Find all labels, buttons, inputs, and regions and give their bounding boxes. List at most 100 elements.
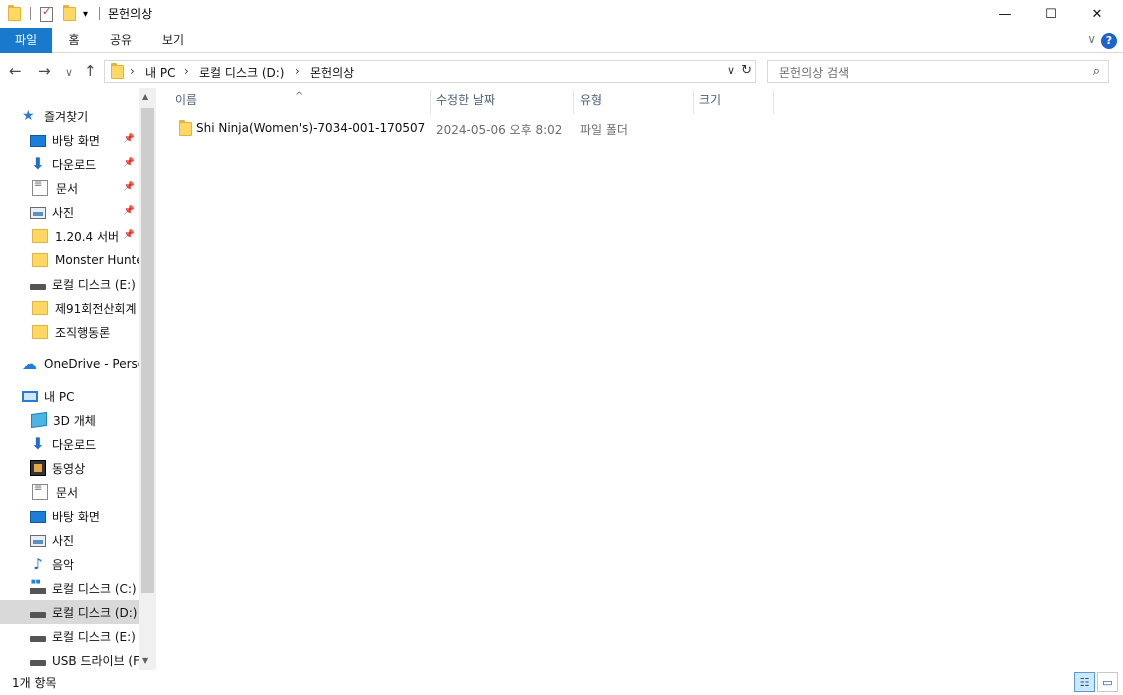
column-type-label: 유형 — [580, 93, 603, 107]
sidebar-item-label: 다운로드 — [52, 157, 97, 172]
sidebar-item-label: 다운로드 — [52, 437, 97, 452]
sidebar-item-14[interactable]: 동영상 — [0, 456, 139, 480]
breadcrumb-separator[interactable]: › — [295, 64, 300, 78]
breadcrumb-separator[interactable]: › — [184, 64, 189, 78]
tab-file[interactable]: 파일 — [0, 28, 52, 53]
column-header-modified[interactable]: 수정한 날짜 — [417, 88, 561, 114]
sidebar-item-16[interactable]: 바탕 화면 — [0, 504, 139, 528]
address-bar[interactable]: › 내 PC › 로컬 디스크 (D:) › 몬헌의상 ∨ ↻ — [104, 60, 756, 83]
file-list: 이름 ^ 수정한 날짜 유형 크기 Shi Ninja(Women's)-703… — [156, 88, 1123, 670]
scroll-down-icon[interactable]: ▼ — [142, 656, 148, 665]
sidebar-item-10[interactable]: ☁ OneDrive - Personal — [0, 352, 139, 376]
breadcrumb-current-folder[interactable]: 몬헌의상 — [310, 64, 354, 81]
sidebar-item-11[interactable]: 내 PC — [0, 384, 139, 408]
folder-icon — [32, 253, 48, 267]
3d-objects-icon — [31, 411, 47, 429]
column-divider[interactable] — [773, 90, 774, 114]
expand-ribbon-icon[interactable]: ∨ — [1087, 32, 1096, 46]
address-dropdown-icon[interactable]: ∨ — [727, 64, 735, 77]
navigation-pane: ★즐겨찾기바탕 화면 📌 ⬇다운로드📌문서📌사진📌1.20.4 서버📌Monster… — [0, 88, 156, 670]
sidebar-item-5[interactable]: 1.20.4 서버 📌 — [0, 224, 139, 248]
sidebar-item-label: 3D 개체 — [53, 413, 96, 428]
column-name-label: 이름 — [175, 93, 198, 107]
sidebar-item-8[interactable]: 제91회전산회계 — [0, 296, 139, 320]
sidebar-item-label: 바탕 화면 — [52, 133, 100, 148]
folder-icon — [32, 325, 48, 339]
maximize-button[interactable]: ☐ — [1028, 0, 1074, 28]
sidebar-item-label: 로컬 디스크 (E:) — [52, 277, 136, 292]
desktop-icon — [30, 511, 46, 523]
item-count: 1개 항목 — [12, 676, 57, 690]
close-button[interactable]: ✕ — [1074, 0, 1120, 28]
breadcrumb-this-pc[interactable]: 내 PC — [145, 64, 175, 81]
forward-button[interactable]: → — [38, 62, 51, 80]
tab-share[interactable]: 공유 — [100, 28, 142, 53]
sidebar-item-17[interactable]: 사진 — [0, 528, 139, 552]
title-bar: ▾ 몬헌의상 — ☐ ✕ — [0, 0, 1123, 28]
sidebar-item-label: 로컬 디스크 (D:) — [52, 605, 138, 620]
sidebar-item-4[interactable]: 사진 📌 — [0, 200, 139, 224]
search-input[interactable]: 몬헌의상 검색 ⌕ — [767, 60, 1109, 83]
tab-home[interactable]: 홈 — [56, 28, 92, 53]
file-modified: 2024-05-06 오후 8:02 — [436, 123, 563, 137]
toolbar-separator — [99, 7, 100, 20]
sidebar-item-label: 로컬 디스크 (E:) — [52, 629, 136, 644]
details-view-button[interactable]: ☷ — [1074, 672, 1095, 692]
sidebar-item-label: USB 드라이브 (F:) — [52, 653, 139, 668]
navigation-pane-scrollbar[interactable]: ▲ ▼ — [139, 88, 156, 670]
search-icon[interactable]: ⌕ — [1093, 64, 1100, 79]
pin-icon: 📌 — [123, 134, 135, 144]
sidebar-item-13[interactable]: ⬇ 다운로드 — [0, 432, 139, 456]
properties-icon[interactable] — [40, 5, 53, 23]
sidebar-item-19[interactable]: 로컬 디스크 (C:) — [0, 576, 139, 600]
breadcrumb-drive-d[interactable]: 로컬 디스크 (D:) — [199, 64, 284, 81]
sidebar-item-18[interactable]: ♪ 음악 — [0, 552, 139, 576]
column-size-label: 크기 — [699, 93, 722, 107]
sidebar-item-15[interactable]: 문서 — [0, 480, 139, 504]
drive-icon — [30, 636, 46, 642]
music-icon: ♪ — [33, 555, 43, 573]
sidebar-item-9[interactable]: 조직행동론 — [0, 320, 139, 344]
sidebar-item-label: 바탕 화면 — [52, 509, 100, 524]
file-type: 파일 폴더 — [580, 123, 628, 137]
back-button[interactable]: ← — [9, 62, 22, 80]
drive-icon — [30, 284, 46, 290]
drive-icon — [30, 612, 46, 618]
sidebar-item-22[interactable]: USB 드라이브 (F:) — [0, 648, 139, 670]
sidebar-item-2[interactable]: ⬇ 다운로드 📌 — [0, 152, 139, 176]
window-folder-icon — [8, 5, 21, 23]
toolbar-separator — [30, 7, 31, 20]
tab-view[interactable]: 보기 — [152, 28, 194, 53]
sidebar-item-21[interactable]: 로컬 디스크 (E:) — [0, 624, 139, 648]
up-button[interactable]: ↑ — [84, 62, 97, 80]
large-icons-view-button[interactable]: ▭ — [1097, 672, 1118, 692]
sidebar-item-label: 내 PC — [44, 389, 75, 404]
sidebar-item-12[interactable]: 3D 개체 — [0, 408, 139, 432]
sidebar-item-label: 문서 — [56, 181, 79, 196]
scroll-up-icon[interactable]: ▲ — [142, 92, 148, 101]
minimize-button[interactable]: — — [982, 0, 1028, 28]
sidebar-item-1[interactable]: 바탕 화면 📌 — [0, 128, 139, 152]
breadcrumb-separator[interactable]: › — [130, 64, 135, 78]
sidebar-item-label: OneDrive - Personal — [44, 357, 139, 371]
search-placeholder: 몬헌의상 검색 — [779, 66, 850, 80]
pictures-icon — [30, 207, 46, 219]
sidebar-item-label: 사진 — [52, 533, 75, 548]
sidebar-item-label: 동영상 — [52, 461, 86, 476]
column-header-type[interactable]: 유형 — [561, 88, 693, 114]
sidebar-item-6[interactable]: Monster Hunter — [0, 248, 139, 272]
sidebar-item-0[interactable]: ★ 즐겨찾기 — [0, 104, 139, 128]
customize-quick-access-icon[interactable]: ▾ — [83, 5, 88, 23]
sidebar-item-20[interactable]: 로컬 디스크 (D:) — [0, 600, 139, 624]
column-header-size[interactable]: 크기 — [680, 88, 773, 114]
help-icon[interactable]: ? — [1101, 33, 1117, 49]
file-row[interactable]: Shi Ninja(Women's)-7034-001-170507... 20… — [173, 118, 1113, 140]
windows-drive-icon — [30, 579, 46, 594]
refresh-icon[interactable]: ↻ — [741, 63, 752, 78]
scroll-thumb[interactable] — [141, 108, 154, 593]
new-folder-icon[interactable] — [63, 5, 76, 23]
column-header-name[interactable]: 이름 ^ — [156, 88, 430, 114]
sidebar-item-3[interactable]: 문서 📌 — [0, 176, 139, 200]
sidebar-item-7[interactable]: 로컬 디스크 (E:) — [0, 272, 139, 296]
recent-locations-button[interactable]: ∨ — [65, 66, 73, 79]
